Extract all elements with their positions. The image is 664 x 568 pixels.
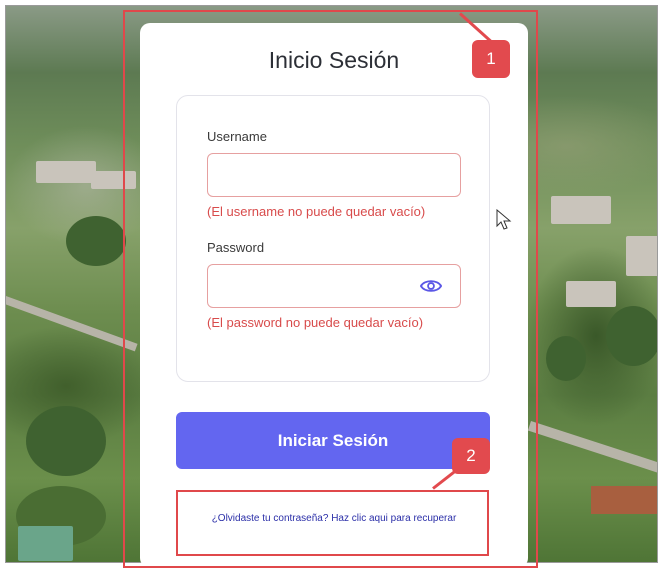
background-tree: [606, 306, 657, 366]
annotation-marker-1: 1: [472, 40, 510, 78]
background-tree: [26, 406, 106, 476]
background-court: [18, 526, 73, 561]
annotation-marker-2: 2: [452, 438, 490, 474]
annotation-box-2: [176, 490, 489, 556]
annotation-box-1: [123, 10, 538, 568]
background-house: [551, 196, 611, 224]
background-tree: [66, 216, 126, 266]
background-house: [626, 236, 657, 276]
background-house: [566, 281, 616, 307]
background-house: [36, 161, 96, 183]
background-tree: [546, 336, 586, 381]
mouse-cursor-icon: [496, 209, 512, 230]
background-roof: [591, 486, 657, 514]
